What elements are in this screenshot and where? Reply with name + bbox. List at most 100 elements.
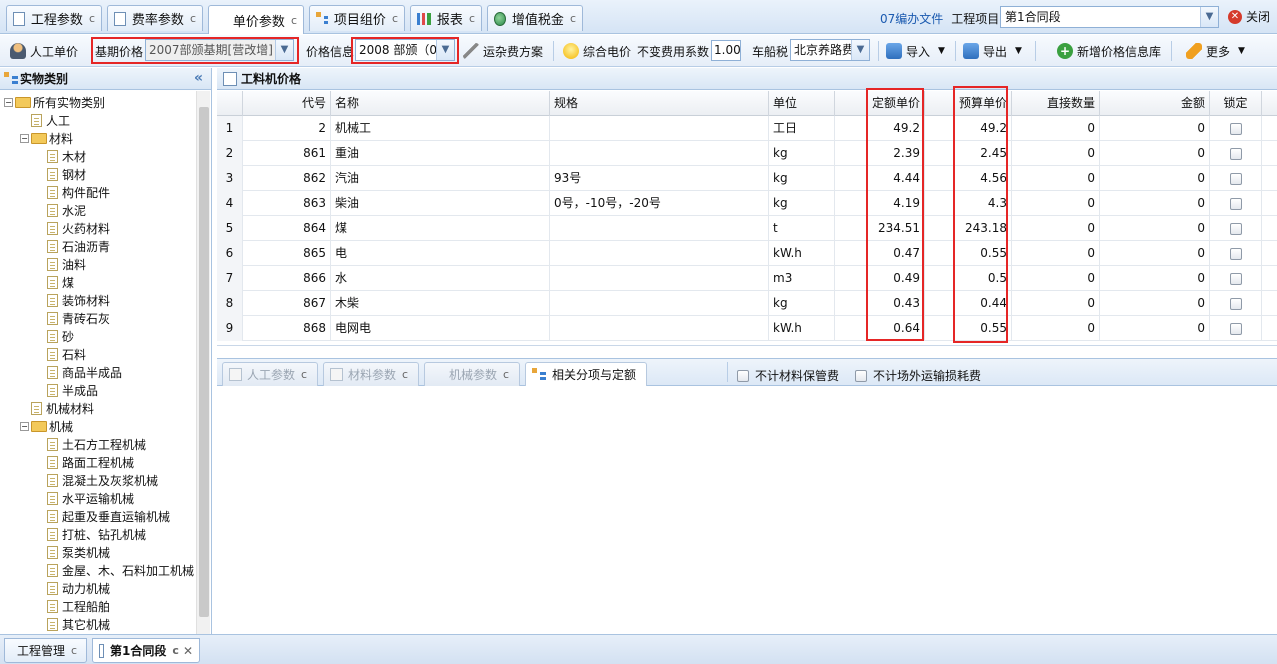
tab-report[interactable]: 报表 c	[410, 5, 482, 31]
quota-price-cell[interactable]: 2.39	[835, 141, 925, 166]
budget-price-cell[interactable]: 0.44	[925, 291, 1012, 316]
code-cell[interactable]: 864	[243, 216, 331, 241]
tree-node[interactable]: 机械材料	[20, 399, 94, 417]
tree-node[interactable]: 商品半成品	[36, 363, 122, 381]
code-cell[interactable]: 863	[243, 191, 331, 216]
column-header[interactable]	[217, 91, 243, 116]
tree-node[interactable]: 人工	[20, 111, 70, 129]
direct-qty-cell[interactable]: 0	[1012, 266, 1100, 291]
quota-price-cell[interactable]: 0.47	[835, 241, 925, 266]
tree-node[interactable]: 泵类机械	[36, 543, 110, 561]
tree-node[interactable]: 混凝土及灰浆机械	[36, 471, 158, 489]
name-cell[interactable]: 电	[331, 241, 550, 266]
name-cell[interactable]: 木柴	[331, 291, 550, 316]
amount-cell[interactable]: 0	[1100, 291, 1210, 316]
tree-node[interactable]: 构件配件	[36, 183, 110, 201]
tree-node[interactable]: − 材料	[20, 129, 73, 147]
spec-cell[interactable]	[550, 266, 769, 291]
spec-cell[interactable]: 93号	[550, 166, 769, 191]
tree-node[interactable]: 煤	[36, 273, 74, 291]
tab-close-icon[interactable]: c	[89, 12, 95, 25]
tab-project-management[interactable]: 工程管理 c	[4, 638, 87, 663]
spec-cell[interactable]	[550, 116, 769, 141]
tree-node[interactable]: 油料	[36, 255, 86, 273]
name-cell[interactable]: 水	[331, 266, 550, 291]
unit-cell[interactable]: m3	[769, 266, 835, 291]
tab-unit-price-params[interactable]: 单价参数 c	[208, 5, 304, 34]
column-header[interactable]: 规格	[550, 91, 769, 116]
tree-node[interactable]: 路面工程机械	[36, 453, 134, 471]
table-row[interactable]: 3 862 汽油 93号 kg 4.44 4.56 0 0	[217, 166, 1277, 191]
lock-checkbox[interactable]	[1229, 272, 1242, 285]
budget-price-cell[interactable]: 0.55	[925, 316, 1012, 341]
project-select[interactable]: 第1合同段 ▼	[1000, 6, 1219, 28]
name-cell[interactable]: 机械工	[331, 116, 550, 141]
direct-qty-cell[interactable]: 0	[1012, 316, 1100, 341]
table-row[interactable]: 1 2 机械工 工日 49.2 49.2 0 0	[217, 116, 1277, 141]
tab-close-icon[interactable]: c	[301, 368, 307, 381]
table-row[interactable]: 5 864 煤 t 234.51 243.18 0 0	[217, 216, 1277, 241]
tree-node[interactable]: 金屋、木、石料加工机械	[36, 561, 194, 579]
quota-price-cell[interactable]: 234.51	[835, 216, 925, 241]
budget-price-cell[interactable]: 0.55	[925, 241, 1012, 266]
unit-cell[interactable]: kg	[769, 166, 835, 191]
export-button[interactable]: 导出 ▼	[963, 35, 1022, 67]
table-row[interactable]: 2 861 重油 kg 2.39 2.45 0 0	[217, 141, 1277, 166]
base-price-select[interactable]: 2007部颁基期[营改增] ▼	[145, 39, 294, 61]
spec-cell[interactable]	[550, 216, 769, 241]
amount-cell[interactable]: 0	[1100, 166, 1210, 191]
lock-checkbox[interactable]	[1229, 247, 1242, 260]
direct-qty-cell[interactable]: 0	[1012, 191, 1100, 216]
tab-close-icon[interactable]: c	[71, 644, 77, 657]
tab-close-icon[interactable]: c	[570, 12, 576, 25]
chevron-down-icon[interactable]: ▼	[275, 40, 293, 60]
checkbox[interactable]	[855, 369, 867, 382]
labor-price-button[interactable]: 人工单价	[10, 35, 78, 67]
tree-node[interactable]: 钢材	[36, 165, 86, 183]
more-button[interactable]: 更多 ▼	[1186, 35, 1245, 67]
price-info-select[interactable]: 2008 部颁（0 ▼	[355, 39, 455, 61]
column-header[interactable]: 定额单价	[835, 91, 925, 116]
tab-close-icon[interactable]: c	[291, 14, 297, 27]
name-cell[interactable]: 煤	[331, 216, 550, 241]
unit-cell[interactable]: kg	[769, 291, 835, 316]
tab-project-pricing[interactable]: 项目组价 c	[309, 5, 405, 31]
tree-toggle-icon[interactable]: −	[20, 133, 29, 143]
scrollbar-thumb[interactable]	[199, 107, 209, 617]
code-cell[interactable]: 862	[243, 166, 331, 191]
tab-machine-params[interactable]: 机械参数 c	[424, 362, 520, 386]
column-header[interactable]: 预算单价	[925, 91, 1012, 116]
tree-node[interactable]: 水平运输机械	[36, 489, 134, 507]
amount-cell[interactable]: 0	[1100, 116, 1210, 141]
quota-price-cell[interactable]: 4.44	[835, 166, 925, 191]
unit-cell[interactable]: kW.h	[769, 241, 835, 266]
spec-cell[interactable]: 0号，-10号，-20号	[550, 191, 769, 216]
unit-cell[interactable]: kg	[769, 191, 835, 216]
table-row[interactable]: 8 867 木柴 kg 0.43 0.44 0 0	[217, 291, 1277, 316]
column-header[interactable]: 锁定	[1210, 91, 1262, 116]
tree-node[interactable]: 其它机械	[36, 615, 110, 633]
direct-qty-cell[interactable]: 0	[1012, 116, 1100, 141]
tree-toggle-icon[interactable]: −	[4, 97, 13, 107]
name-cell[interactable]: 重油	[331, 141, 550, 166]
electricity-button[interactable]: 综合电价	[563, 35, 631, 67]
code-cell[interactable]: 2	[243, 116, 331, 141]
amount-cell[interactable]: 0	[1100, 191, 1210, 216]
checkbox[interactable]	[737, 369, 749, 382]
tab-close-icon[interactable]: c	[392, 12, 398, 25]
column-header[interactable]: 代号	[243, 91, 331, 116]
budget-price-cell[interactable]: 0.5	[925, 266, 1012, 291]
lock-checkbox[interactable]	[1229, 147, 1242, 160]
quota-price-cell[interactable]: 0.64	[835, 316, 925, 341]
lock-checkbox[interactable]	[1229, 197, 1242, 210]
tab-close-icon[interactable]: c	[402, 368, 408, 381]
tab-close-icon[interactable]: c	[190, 12, 196, 25]
lock-checkbox[interactable]	[1229, 172, 1242, 185]
name-cell[interactable]: 柴油	[331, 191, 550, 216]
tab-engineering-params[interactable]: 工程参数 c	[6, 5, 102, 31]
direct-qty-cell[interactable]: 0	[1012, 241, 1100, 266]
tree-node[interactable]: − 机械	[20, 417, 73, 435]
code-cell[interactable]: 861	[243, 141, 331, 166]
code-cell[interactable]: 867	[243, 291, 331, 316]
tree-node[interactable]: 工程船舶	[36, 597, 110, 615]
